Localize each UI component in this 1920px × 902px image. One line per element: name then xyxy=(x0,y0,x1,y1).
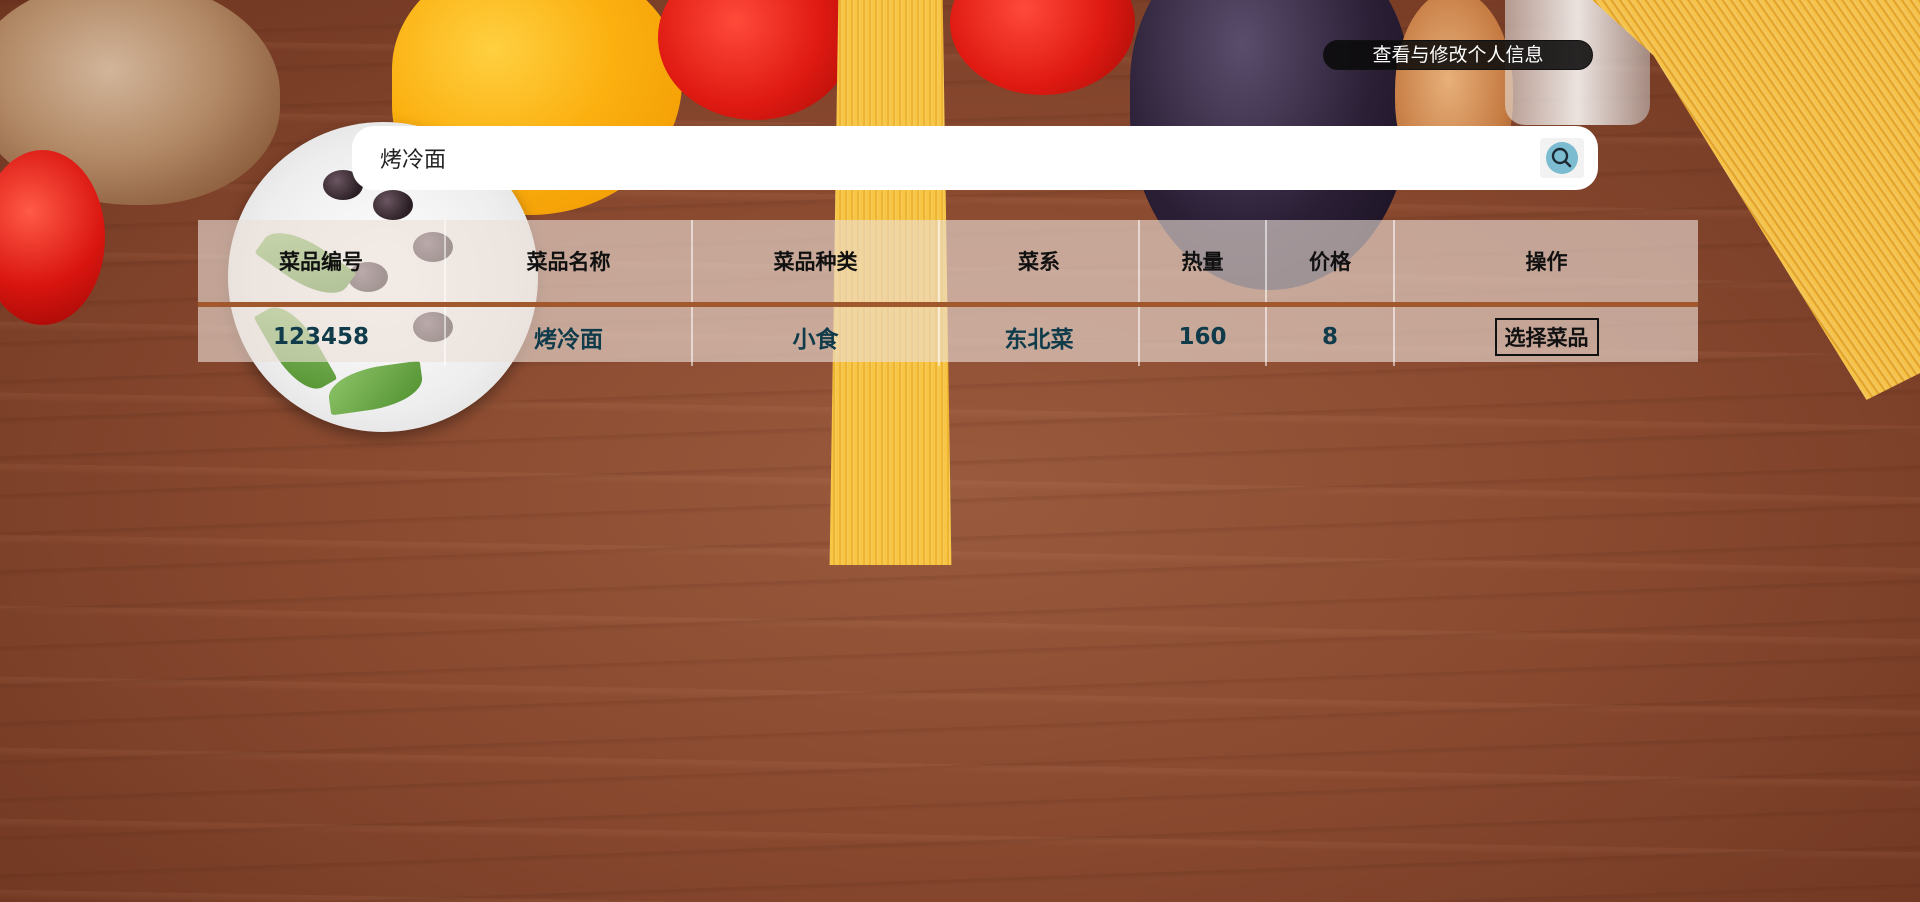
column-header-name: 菜品名称 xyxy=(444,220,692,307)
search-button[interactable] xyxy=(1540,138,1584,178)
tomato-decoration xyxy=(950,0,1135,95)
cell-cuisine: 东北菜 xyxy=(938,304,1139,366)
column-header-id: 菜品编号 xyxy=(198,220,445,307)
column-header-action: 操作 xyxy=(1393,220,1698,307)
profile-button[interactable]: 查看与修改个人信息 xyxy=(1323,40,1593,70)
olive-decoration xyxy=(373,190,413,220)
dish-table: 菜品编号 菜品名称 菜品种类 菜系 热量 价格 操作 123458 烤冷面 小食… xyxy=(198,220,1698,366)
cell-price: 8 xyxy=(1265,304,1394,366)
column-header-category: 菜品种类 xyxy=(691,220,939,307)
select-dish-button[interactable]: 选择菜品 xyxy=(1494,317,1599,356)
column-header-price: 价格 xyxy=(1265,220,1394,307)
column-header-cuisine: 菜系 xyxy=(938,220,1139,307)
search-icon xyxy=(1546,142,1578,174)
column-header-calories: 热量 xyxy=(1138,220,1266,307)
cell-name: 烤冷面 xyxy=(444,304,692,366)
bread-decoration xyxy=(0,0,280,205)
cell-category: 小食 xyxy=(691,304,939,366)
tomato-decoration xyxy=(0,150,105,325)
cell-calories: 160 xyxy=(1138,304,1266,366)
search-bar xyxy=(352,126,1598,190)
search-input[interactable] xyxy=(378,144,1526,172)
table-header-row: 菜品编号 菜品名称 菜品种类 菜系 热量 价格 操作 xyxy=(198,220,1698,307)
cell-id: 123458 xyxy=(272,323,370,350)
table-row: 123458 烤冷面 小食 东北菜 160 8 选择菜品 xyxy=(198,304,1698,366)
tomato-decoration xyxy=(658,0,853,120)
basil-leaf-decoration xyxy=(325,360,426,416)
cell-action: 选择菜品 xyxy=(1393,304,1698,366)
page-background: 查看与修改个人信息 菜品编号 xyxy=(0,0,1920,902)
